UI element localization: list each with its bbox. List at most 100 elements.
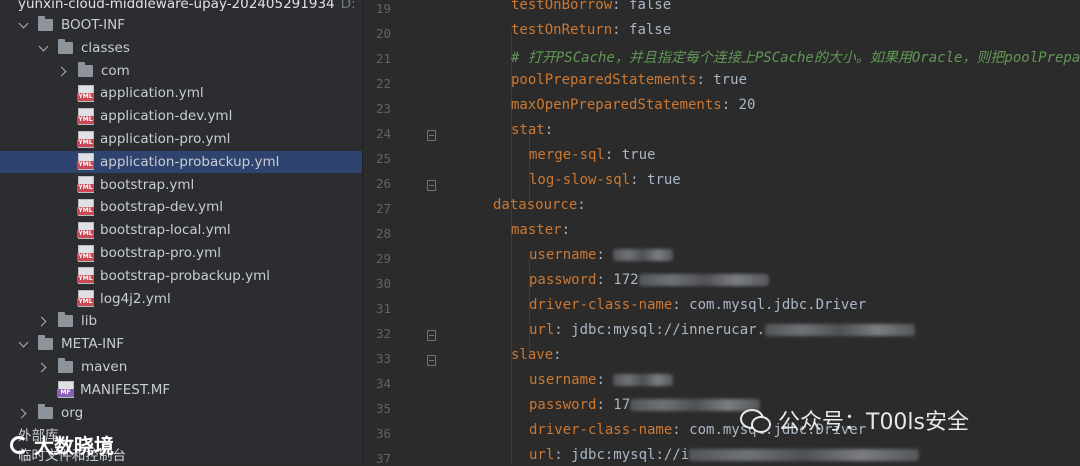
code-line[interactable]: merge-sql: true bbox=[529, 147, 655, 163]
tree-item[interactable]: META-INF bbox=[0, 333, 362, 355]
tree-item[interactable]: lib bbox=[0, 310, 362, 332]
folder-icon bbox=[58, 312, 73, 328]
line-number: 34 bbox=[375, 376, 391, 391]
fold-marker-icon[interactable] bbox=[427, 180, 436, 191]
yml-badge: YML bbox=[77, 275, 94, 284]
project-root-row[interactable]: yunxin-cloud-middleware-upay-20240529193… bbox=[0, 0, 362, 15]
yaml-separator: : bbox=[544, 122, 554, 138]
code-line[interactable]: password: 172 bbox=[529, 272, 769, 288]
line-number: 25 bbox=[375, 151, 391, 166]
yaml-key: maxOpenPreparedStatements bbox=[511, 97, 722, 113]
fold-marker-icon[interactable] bbox=[427, 130, 436, 141]
line-number: 21 bbox=[375, 51, 391, 66]
yml-badge: YML bbox=[77, 138, 94, 147]
fold-marker-icon[interactable] bbox=[427, 355, 436, 366]
tree-item[interactable]: YML application-dev.yml bbox=[0, 105, 362, 127]
tree-item[interactable]: YML bootstrap-dev.yml bbox=[0, 196, 362, 218]
fold-marker-icon[interactable] bbox=[427, 330, 436, 341]
watermark-right-text: 公众号：T00ls安全 bbox=[778, 410, 970, 435]
code-line[interactable]: datasource: bbox=[493, 197, 586, 213]
code-line[interactable]: log-slow-sql: true bbox=[529, 172, 681, 188]
code-line[interactable]: username: bbox=[529, 372, 674, 388]
code-line[interactable]: testOnBorrow: false bbox=[511, 0, 671, 13]
line-number: 24 bbox=[375, 126, 391, 141]
tree-item[interactable]: YML bootstrap-pro.yml bbox=[0, 242, 362, 264]
redacted-value bbox=[638, 274, 769, 286]
tree-item-label: MANIFEST.MF bbox=[80, 381, 171, 398]
chevron-down-icon[interactable] bbox=[18, 20, 28, 30]
yaml-value: true bbox=[713, 72, 748, 88]
chevron-right-icon[interactable] bbox=[38, 362, 48, 372]
yaml-key: url bbox=[529, 447, 555, 463]
yaml-key: merge-sql bbox=[529, 147, 605, 163]
tree-item[interactable]: YML bootstrap-probackup.yml bbox=[0, 265, 362, 287]
code-line[interactable]: poolPreparedStatements: true bbox=[511, 72, 747, 88]
chevron-down-icon[interactable] bbox=[38, 43, 48, 53]
code-line[interactable]: testOnReturn: false bbox=[511, 22, 671, 38]
tree-item[interactable]: com bbox=[0, 60, 362, 82]
yml-file-icon: YML bbox=[77, 84, 94, 102]
yaml-key: driver-class-name bbox=[529, 297, 673, 313]
code-line[interactable]: url: jdbc:mysql://innerucar. bbox=[529, 322, 916, 338]
code-line[interactable]: slave: bbox=[511, 347, 562, 363]
yml-file-icon: YML bbox=[77, 244, 94, 262]
code-line[interactable]: master: bbox=[511, 222, 570, 238]
line-number: 29 bbox=[375, 251, 391, 266]
line-number: 19 bbox=[375, 1, 391, 16]
chevron-right-icon[interactable] bbox=[58, 66, 68, 76]
yaml-value: 172 bbox=[613, 272, 639, 288]
yml-badge: YML bbox=[77, 206, 94, 215]
yaml-key: password bbox=[529, 397, 597, 413]
tree-item[interactable]: YML application-pro.yml bbox=[0, 128, 362, 150]
yaml-separator: : bbox=[672, 297, 690, 313]
tree-item[interactable]: YML log4j2.yml bbox=[0, 288, 362, 310]
chevron-down-icon[interactable] bbox=[18, 339, 28, 349]
tree-item[interactable]: org bbox=[0, 402, 362, 424]
yaml-separator: : bbox=[612, 0, 630, 13]
code-line[interactable]: password: 17 bbox=[529, 397, 761, 413]
yml-badge: YML bbox=[77, 298, 94, 307]
tree-item-label: bootstrap-local.yml bbox=[100, 222, 231, 239]
yaml-separator: : bbox=[630, 172, 648, 188]
yaml-key: testOnReturn bbox=[511, 22, 613, 38]
tree-item-label: application-pro.yml bbox=[100, 131, 231, 147]
yml-badge: YML bbox=[77, 92, 94, 101]
tree-item[interactable]: MF MANIFEST.MF bbox=[0, 379, 362, 401]
tree-item[interactable]: BOOT-INF bbox=[0, 14, 362, 36]
code-line[interactable]: url: jdbc:mysql://i bbox=[529, 447, 920, 463]
yaml-separator: : bbox=[561, 222, 571, 238]
code-editor[interactable]: testOnBorrow: false testOnReturn: false # … bbox=[463, 0, 1080, 464]
yaml-value: false bbox=[629, 0, 672, 13]
chevron-right-icon[interactable] bbox=[18, 408, 28, 418]
mf-badge: MF bbox=[57, 389, 74, 398]
project-root-path: D: bbox=[340, 0, 356, 12]
tree-item-label: application.yml bbox=[100, 85, 204, 102]
line-number: 33 bbox=[375, 351, 391, 366]
code-line[interactable]: username: bbox=[529, 247, 674, 263]
tree-item[interactable]: YML bootstrap.yml bbox=[0, 174, 362, 196]
yaml-key: poolPreparedStatements bbox=[511, 72, 697, 88]
chevron-right-icon[interactable] bbox=[38, 316, 48, 326]
tree-item[interactable]: classes bbox=[0, 37, 362, 59]
code-line[interactable]: driver-class-name: com.mysql.jdbc.Driver bbox=[529, 297, 866, 313]
indent-guide bbox=[529, 130, 530, 200]
code-line[interactable]: # 打开PSCache，并且指定每个连接上PSCache的大小。如果用Oracl… bbox=[511, 47, 1080, 67]
yaml-key: password bbox=[529, 272, 597, 288]
tree-item[interactable]: YML application-probackup.yml bbox=[0, 150, 362, 173]
tree-item[interactable]: maven bbox=[0, 356, 362, 378]
yaml-value: true bbox=[621, 147, 656, 163]
code-line[interactable]: maxOpenPreparedStatements: 20 bbox=[511, 97, 755, 113]
yaml-key: stat bbox=[511, 122, 545, 138]
code-line[interactable]: stat: bbox=[511, 122, 553, 138]
tree-item[interactable]: YML bootstrap-local.yml bbox=[0, 219, 362, 241]
tree-item[interactable]: YML application.yml bbox=[0, 82, 362, 104]
folder-icon bbox=[38, 403, 53, 419]
watermark-right: 公众号：T00ls安全 bbox=[740, 402, 969, 438]
yml-file-icon: YML bbox=[77, 153, 94, 171]
yaml-key: username bbox=[529, 247, 597, 263]
